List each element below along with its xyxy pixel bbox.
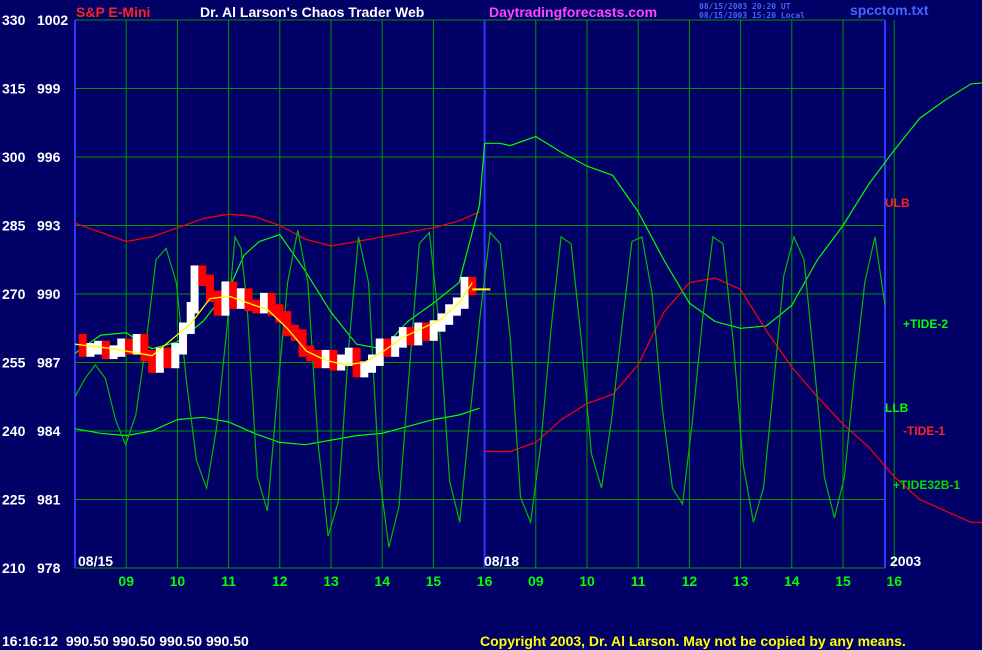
price-bar [329, 349, 338, 371]
price-bar [229, 281, 238, 309]
date-label-start: 08/15 [78, 553, 113, 569]
y-tick-right: 996 [37, 149, 61, 165]
y-tick-left: 330 [2, 12, 26, 28]
y-tick-right: 987 [37, 355, 61, 371]
price-bar [163, 347, 172, 369]
y-tick-left: 315 [2, 81, 26, 97]
x-tick-label: 09 [528, 573, 544, 589]
file-name: spcctom.txt [850, 2, 929, 18]
y-tick-left: 285 [2, 218, 26, 234]
x-tick-label: 11 [221, 573, 236, 589]
instrument-label: S&P E-Mini [76, 4, 150, 20]
label-tide32b: +TIDE32B-1 [893, 478, 960, 492]
y-tick-right: 993 [37, 218, 61, 234]
price-bar [414, 322, 423, 346]
price-bar [391, 336, 400, 357]
chart-title: Dr. Al Larson's Chaos Trader Web [200, 4, 424, 20]
timestamp-local: 08/15/2003 15:20 Local [699, 11, 805, 20]
y-tick-left: 225 [2, 492, 26, 508]
price-bar [260, 292, 269, 314]
y-tick-right: 999 [37, 81, 61, 97]
y-tick-left: 300 [2, 149, 26, 165]
x-tick-label: 13 [323, 573, 339, 589]
price-bar [140, 333, 149, 362]
price-bar [267, 292, 276, 316]
price-bar [198, 265, 207, 287]
x-tick-label: 10 [170, 573, 186, 589]
y-tick-right: 990 [37, 286, 61, 302]
price-bar [213, 290, 222, 316]
price-bar [337, 354, 346, 371]
timestamp-ut: 08/15/2003 20:20 UT [699, 2, 791, 11]
x-tick-label: 12 [272, 573, 288, 589]
price-bar [460, 276, 469, 309]
x-tick-label: 15 [426, 573, 442, 589]
quote-readout: 16:16:12 990.50 990.50 990.50 990.50 [2, 633, 249, 649]
price-bar [109, 345, 118, 360]
x-tick-label: 14 [374, 573, 390, 589]
x-tick-label: 15 [835, 573, 851, 589]
chaos-trader-chart: 330 1002 315 999 300 996 285 993 270 990 255 987 240… [0, 0, 982, 650]
price-bar [406, 327, 415, 346]
price-bar [117, 338, 126, 357]
label-tide2: +TIDE-2 [903, 317, 948, 331]
y-tick-right: 1002 [37, 12, 68, 28]
price-bar [171, 343, 180, 369]
y-tick-right: 978 [37, 560, 61, 576]
x-tick-label: 14 [784, 573, 800, 589]
x-tick-label: 16 [477, 573, 493, 589]
x-tick-label: 13 [733, 573, 749, 589]
y-tick-left: 255 [2, 355, 26, 371]
date-label-year: 2003 [890, 553, 921, 569]
price-bar [360, 361, 369, 378]
y-tick-left: 210 [2, 560, 26, 576]
y-tick-left: 270 [2, 286, 26, 302]
label-llb: LLB [885, 401, 909, 415]
price-bar [244, 288, 253, 312]
y-tick-right: 984 [37, 423, 61, 439]
x-tick-label: 16 [886, 573, 902, 589]
label-tide1: -TIDE-1 [903, 424, 945, 438]
date-label-next: 08/18 [484, 553, 519, 569]
x-tick-label: 12 [682, 573, 698, 589]
x-tick-label: 11 [631, 573, 646, 589]
price-bar [344, 347, 353, 366]
price-bar [236, 288, 245, 309]
copyright: Copyright 2003, Dr. Al Larson. May not b… [480, 633, 906, 649]
label-ulb: ULB [885, 196, 910, 210]
x-tick-label: 10 [579, 573, 595, 589]
y-tick-right: 981 [37, 492, 61, 508]
x-tick-label: 09 [118, 573, 134, 589]
y-tick-left: 240 [2, 423, 26, 439]
site-link[interactable]: Daytradingforecasts.com [489, 4, 657, 20]
price-bar [275, 304, 284, 323]
price-bar [190, 265, 199, 314]
price-bar [132, 333, 141, 355]
price-bar [221, 281, 230, 316]
price-bar [101, 340, 110, 360]
price-bar [314, 349, 323, 369]
